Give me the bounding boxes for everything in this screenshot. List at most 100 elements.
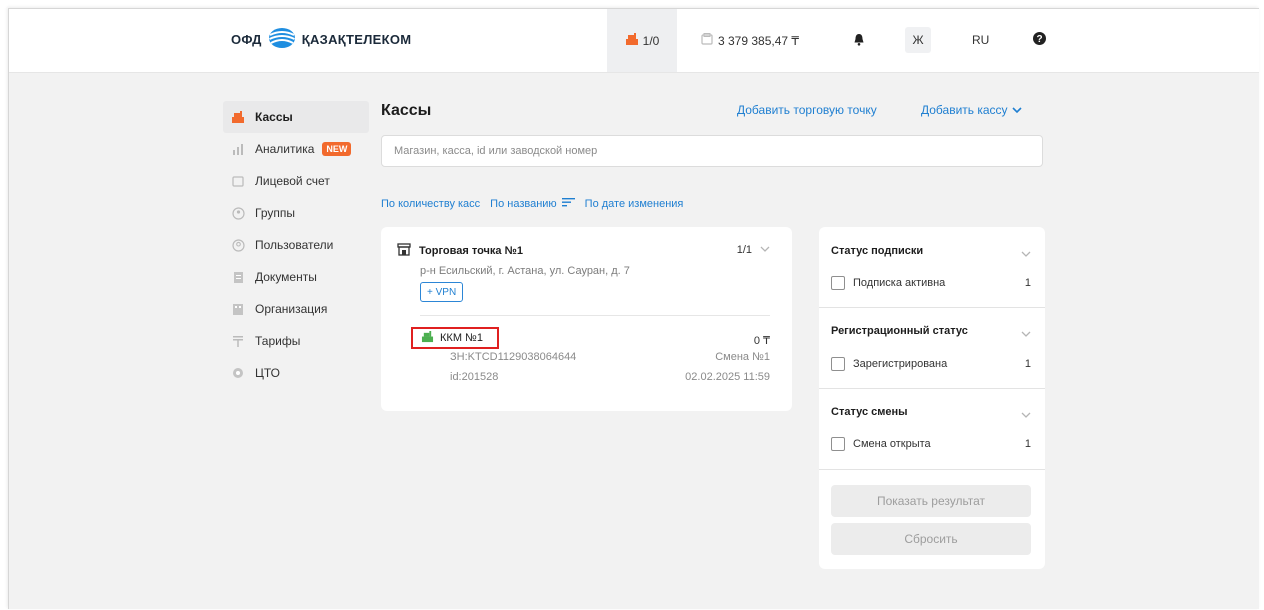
sidebar-item-label: Организация (255, 302, 328, 316)
divider (819, 469, 1045, 470)
kkm-name: ККМ №1 (440, 332, 483, 344)
help-icon[interactable]: ? (1033, 32, 1046, 48)
filter-option-label: Подписка активна (853, 277, 946, 289)
sidebar-item-label: Лицевой счет (255, 174, 330, 188)
add-kassa-label: Добавить кассу (921, 103, 1008, 117)
sidebar-item-users[interactable]: Пользователи (223, 229, 369, 261)
balance[interactable]: 3 379 385,47 ₸ (701, 9, 799, 72)
top-header: ОФД ҚАЗАҚТЕЛЕКОМ 1/0 3 379 385,47 ₸ Ж RU… (9, 9, 1259, 73)
sort-by-name[interactable]: По названию (490, 197, 575, 210)
sidebar-item-label: Пользователи (255, 238, 334, 252)
sidebar-item-organization[interactable]: Организация (223, 293, 369, 325)
logo[interactable]: ОФД ҚАЗАҚТЕЛЕКОМ (231, 27, 411, 52)
trade-point-card: Торговая точка №1 1/1 р-н Есильский, г. … (381, 227, 792, 411)
sidebar-item-analytics[interactable]: Аналитика NEW (223, 133, 369, 165)
kkm-sum: 0 ₸ (753, 335, 770, 347)
filters-panel: Статус подписки Подписка активна 1 Регис… (819, 227, 1045, 569)
filter-title: Статус подписки (831, 245, 924, 257)
filter-count: 1 (1024, 277, 1031, 289)
filter-option-label: Зарегистрирована (853, 358, 948, 370)
trade-point-address: р-н Есильский, г. Астана, ул. Сауран, д.… (420, 265, 630, 277)
sort-by-date[interactable]: По дате изменения (585, 198, 684, 210)
filter-option[interactable]: Зарегистрирована (831, 357, 947, 371)
cash-register-icon (231, 110, 245, 124)
wallet-icon (701, 33, 713, 48)
show-result-button[interactable]: Показать результат (831, 485, 1031, 517)
sidebar-item-tariffs[interactable]: Тарифы (223, 325, 369, 357)
filter-count: 1 (1024, 438, 1031, 450)
checkbox[interactable] (831, 357, 845, 371)
logo-brand-text: ҚАЗАҚТЕЛЕКОМ (301, 32, 412, 47)
sidebar-item-documents[interactable]: Документы (223, 261, 369, 293)
vpn-button[interactable]: + VPN (420, 282, 464, 302)
sidebar-item-groups[interactable]: Группы (223, 197, 369, 229)
kkm-id: id:201528 (450, 371, 499, 383)
kkm-shift: Смена №1 (715, 351, 770, 363)
sidebar-item-label: Группы (255, 206, 295, 220)
trade-point-header[interactable]: Торговая точка №1 (397, 243, 523, 259)
user-icon (231, 238, 245, 252)
add-kassa-dropdown[interactable]: Добавить кассу (921, 103, 1022, 117)
filter-option[interactable]: Смена открыта (831, 437, 931, 451)
app-frame: ОФД ҚАЗАҚТЕЛЕКОМ 1/0 3 379 385,47 ₸ Ж RU… (8, 8, 1259, 609)
sidebar-item-label: Тарифы (255, 334, 301, 348)
store-icon (397, 243, 411, 259)
sidebar-item-cto[interactable]: ЦТО (223, 357, 369, 389)
sidebar-item-label: Кассы (255, 110, 293, 124)
cash-register-icon (421, 330, 434, 346)
new-badge: NEW (322, 142, 352, 156)
kkm-date: 02.02.2025 11:59 (685, 371, 770, 383)
add-trade-point-link[interactable]: Добавить торговую точку (737, 103, 877, 117)
sidebar-item-account[interactable]: Лицевой счет (223, 165, 369, 197)
chevron-down-icon[interactable] (1021, 408, 1031, 422)
filter-title: Регистрационный статус (831, 325, 968, 337)
divider (819, 307, 1045, 308)
sidebar-item-label: ЦТО (255, 366, 281, 380)
filter-option-label: Смена открыта (853, 438, 931, 450)
trade-point-count[interactable]: 1/1 (737, 244, 770, 256)
cto-icon (231, 366, 245, 380)
lang-ru-button[interactable]: RU (972, 33, 989, 47)
analytics-icon (231, 142, 245, 156)
sort-ascending-icon (561, 197, 575, 210)
logo-ofd-text: ОФД (231, 32, 262, 47)
chevron-down-icon (760, 244, 770, 256)
divider (420, 315, 770, 316)
sort-by-name-label: По названию (490, 197, 557, 210)
sidebar-item-label: Аналитика (255, 142, 315, 156)
trade-point-title: Торговая точка №1 (419, 245, 523, 257)
groups-icon (231, 206, 245, 220)
sidebar-item-label: Документы (255, 270, 317, 284)
checkbox[interactable] (831, 276, 845, 290)
chevron-down-icon (1011, 103, 1022, 117)
reset-button[interactable]: Сбросить (831, 523, 1031, 555)
organization-icon (231, 302, 245, 316)
filter-title: Статус смены (831, 406, 908, 418)
search-input[interactable] (381, 135, 1043, 167)
page-title: Кассы (381, 102, 432, 119)
kkm-serial-number: ЗН:KTCD1129038064644 (450, 351, 577, 363)
sort-bar: По количеству касс По названию По дате и… (381, 197, 683, 210)
lang-kz-button[interactable]: Ж (905, 27, 931, 53)
kkm-counter-button[interactable]: 1/0 (607, 9, 677, 72)
chevron-down-icon[interactable] (1021, 327, 1031, 341)
kkm-item[interactable]: ККМ №1 (411, 327, 499, 349)
document-icon (231, 270, 245, 284)
trade-point-count-value: 1/1 (736, 244, 752, 256)
divider (819, 388, 1045, 389)
chevron-down-icon[interactable] (1021, 247, 1031, 261)
bell-icon[interactable] (853, 33, 865, 49)
checkbox[interactable] (831, 437, 845, 451)
globe-logo-icon (268, 27, 296, 52)
kkm-counter: 1/0 (642, 33, 660, 48)
wallet-icon (231, 174, 245, 188)
tariff-icon (231, 334, 245, 348)
sort-by-count[interactable]: По количеству касс (381, 198, 480, 210)
svg-text:?: ? (1036, 34, 1042, 45)
balance-amount: 3 379 385,47 ₸ (718, 33, 800, 48)
filter-option[interactable]: Подписка активна (831, 276, 945, 290)
cash-register-icon (625, 32, 639, 49)
filter-count: 1 (1024, 358, 1031, 370)
sidebar: Кассы Аналитика NEW Лицевой счет Группы (223, 101, 369, 389)
sidebar-item-kassy[interactable]: Кассы (223, 101, 369, 133)
